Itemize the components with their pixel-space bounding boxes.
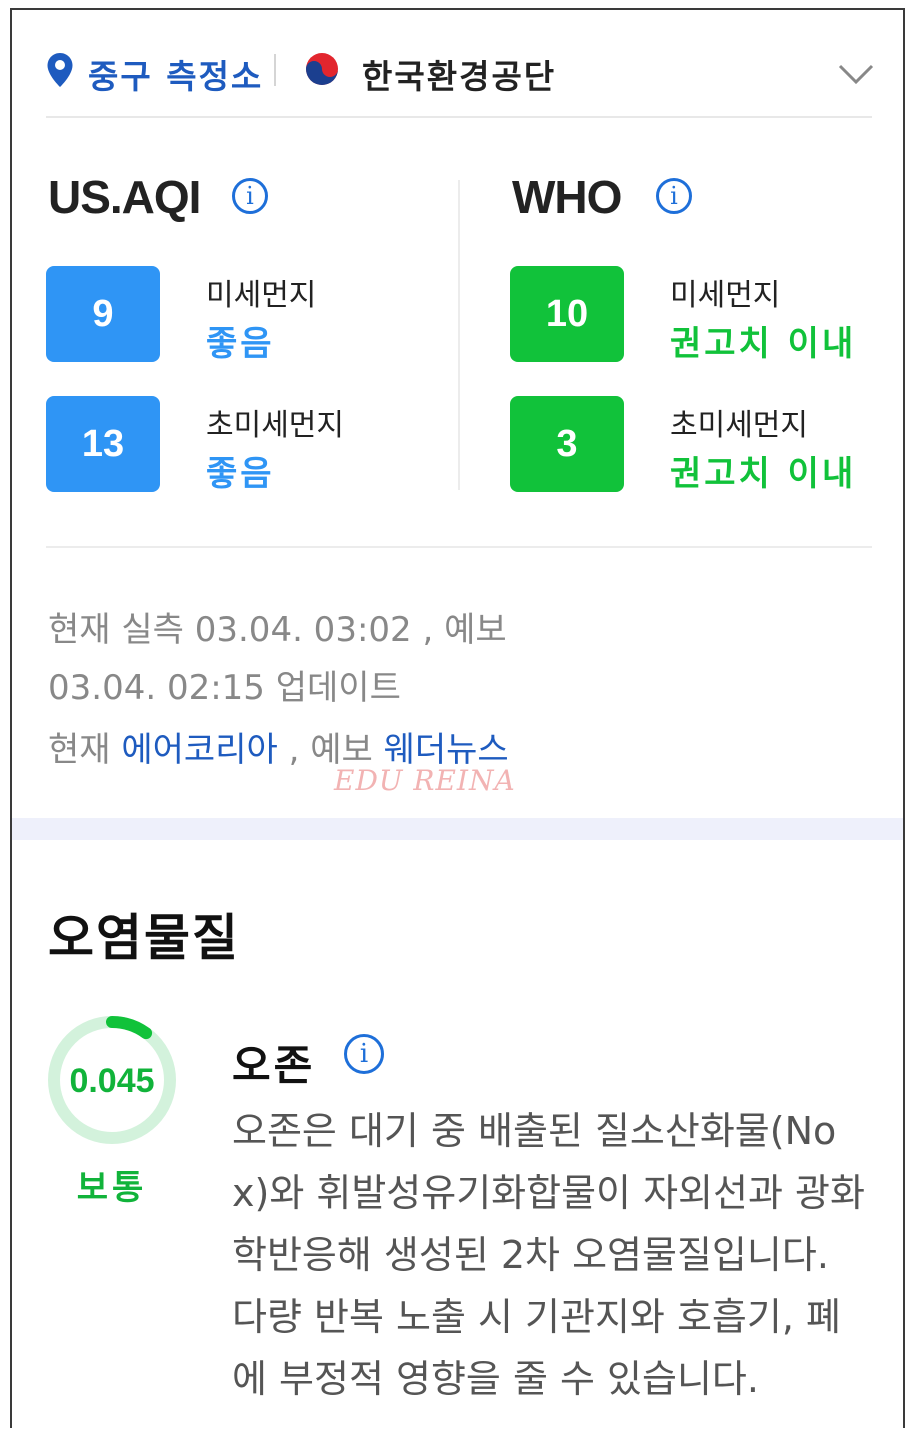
airkorea-link[interactable]: 에어코리아 bbox=[121, 730, 277, 770]
who-pm10-grade: 권고치 이내 bbox=[670, 324, 857, 364]
us-aqi-pm10-label: 미세먼지 bbox=[206, 278, 317, 313]
ozone-info-icon[interactable]: i bbox=[344, 1034, 384, 1074]
ozone-grade: 보통 bbox=[76, 1168, 148, 1208]
location-pin-icon bbox=[47, 53, 73, 87]
us-aqi-pm25-row: 13 초미세먼지 좋음 bbox=[46, 396, 446, 494]
column-divider bbox=[458, 180, 460, 490]
who-pm10-value: 10 bbox=[510, 266, 624, 362]
source-prefix: 현재 bbox=[48, 730, 122, 770]
ozone-value: 0.045 bbox=[69, 1062, 155, 1100]
us-aqi-title: US.AQI bbox=[48, 171, 201, 223]
chevron-down-icon[interactable] bbox=[836, 58, 876, 88]
agency-name: 한국환경공단 bbox=[362, 57, 557, 96]
divider bbox=[46, 116, 872, 118]
us-aqi-pm25-label: 초미세먼지 bbox=[206, 408, 344, 443]
us-aqi-pm10-grade: 좋음 bbox=[206, 324, 275, 364]
us-aqi-pm25-grade: 좋음 bbox=[206, 454, 275, 494]
who-pm10-row: 10 미세먼지 권고치 이내 bbox=[510, 266, 903, 364]
government-emblem-icon bbox=[306, 53, 338, 85]
update-time-line: 03.04. 02:15 업데이트 bbox=[48, 668, 401, 708]
divider bbox=[46, 546, 872, 548]
us-aqi-pm10-row: 9 미세먼지 좋음 bbox=[46, 266, 446, 364]
us-aqi-pm25-value: 13 bbox=[46, 396, 160, 492]
pollutants-title: 오염물질 bbox=[48, 909, 240, 967]
watermark: EDU REINA bbox=[334, 764, 516, 797]
who-pm25-value: 3 bbox=[510, 396, 624, 492]
who-pm25-label: 초미세먼지 bbox=[670, 408, 808, 443]
station-header[interactable]: 중구 측정소 한국환경공단 bbox=[46, 38, 876, 110]
ozone-description: 오존은 대기 중 배출된 질소산화물(Nox)와 휘발성유기화합물이 자외선과 … bbox=[232, 1109, 865, 1401]
who-title: WHO bbox=[512, 171, 622, 223]
ozone-title: 오존 bbox=[232, 1041, 316, 1090]
air-quality-card: 중구 측정소 한국환경공단 US.AQI i 9 미세먼지 좋음 13 초미세먼… bbox=[10, 8, 905, 1428]
header-divider bbox=[274, 54, 276, 86]
station-name: 중구 측정소 bbox=[88, 57, 264, 96]
who-pm10-label: 미세먼지 bbox=[670, 278, 781, 313]
who-pm25-grade: 권고치 이내 bbox=[670, 454, 857, 494]
us-aqi-info-icon[interactable]: i bbox=[232, 178, 268, 214]
us-aqi-pm10-value: 9 bbox=[46, 266, 160, 362]
section-separator bbox=[12, 818, 903, 840]
who-info-icon[interactable]: i bbox=[656, 178, 692, 214]
measure-time-line: 현재 실측 03.04. 03:02 , 예보 bbox=[48, 610, 507, 650]
who-pm25-row: 3 초미세먼지 권고치 이내 bbox=[510, 396, 903, 494]
